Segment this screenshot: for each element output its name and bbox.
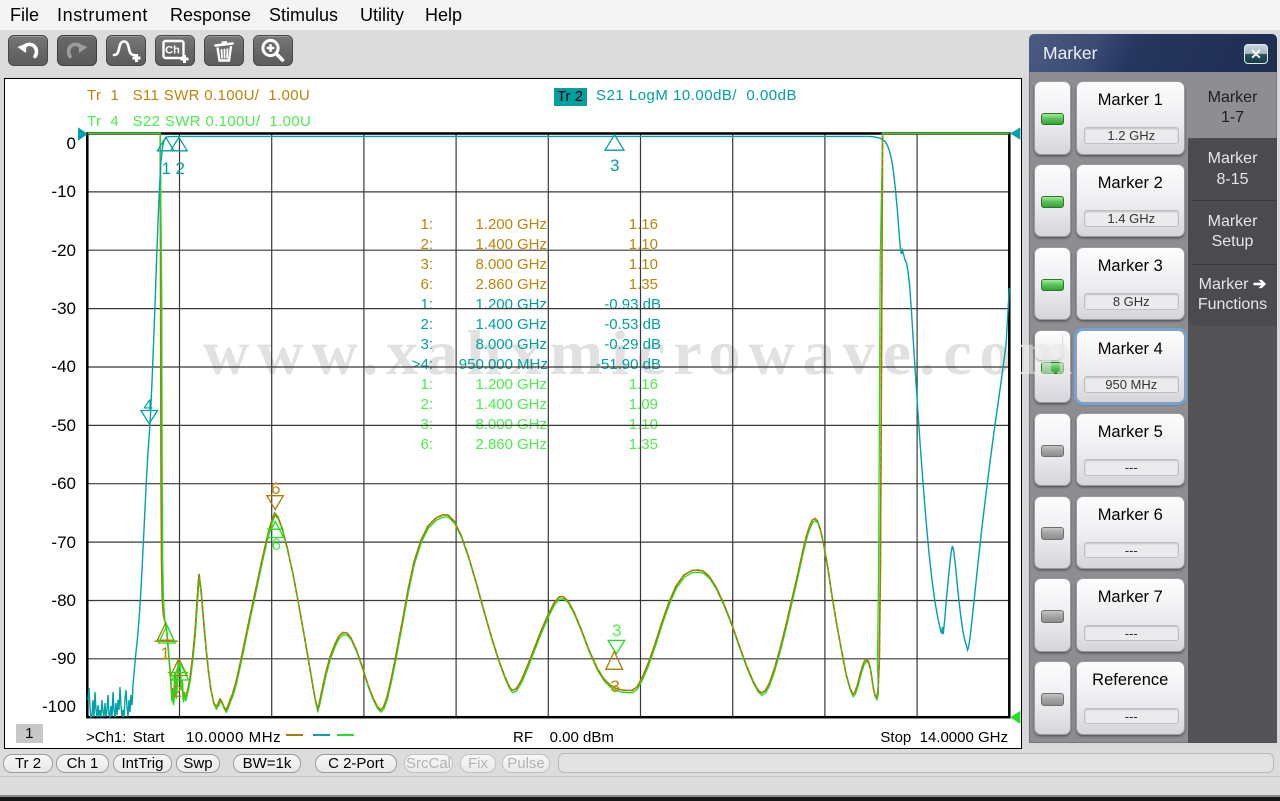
svg-text:Ch: Ch (165, 44, 180, 56)
